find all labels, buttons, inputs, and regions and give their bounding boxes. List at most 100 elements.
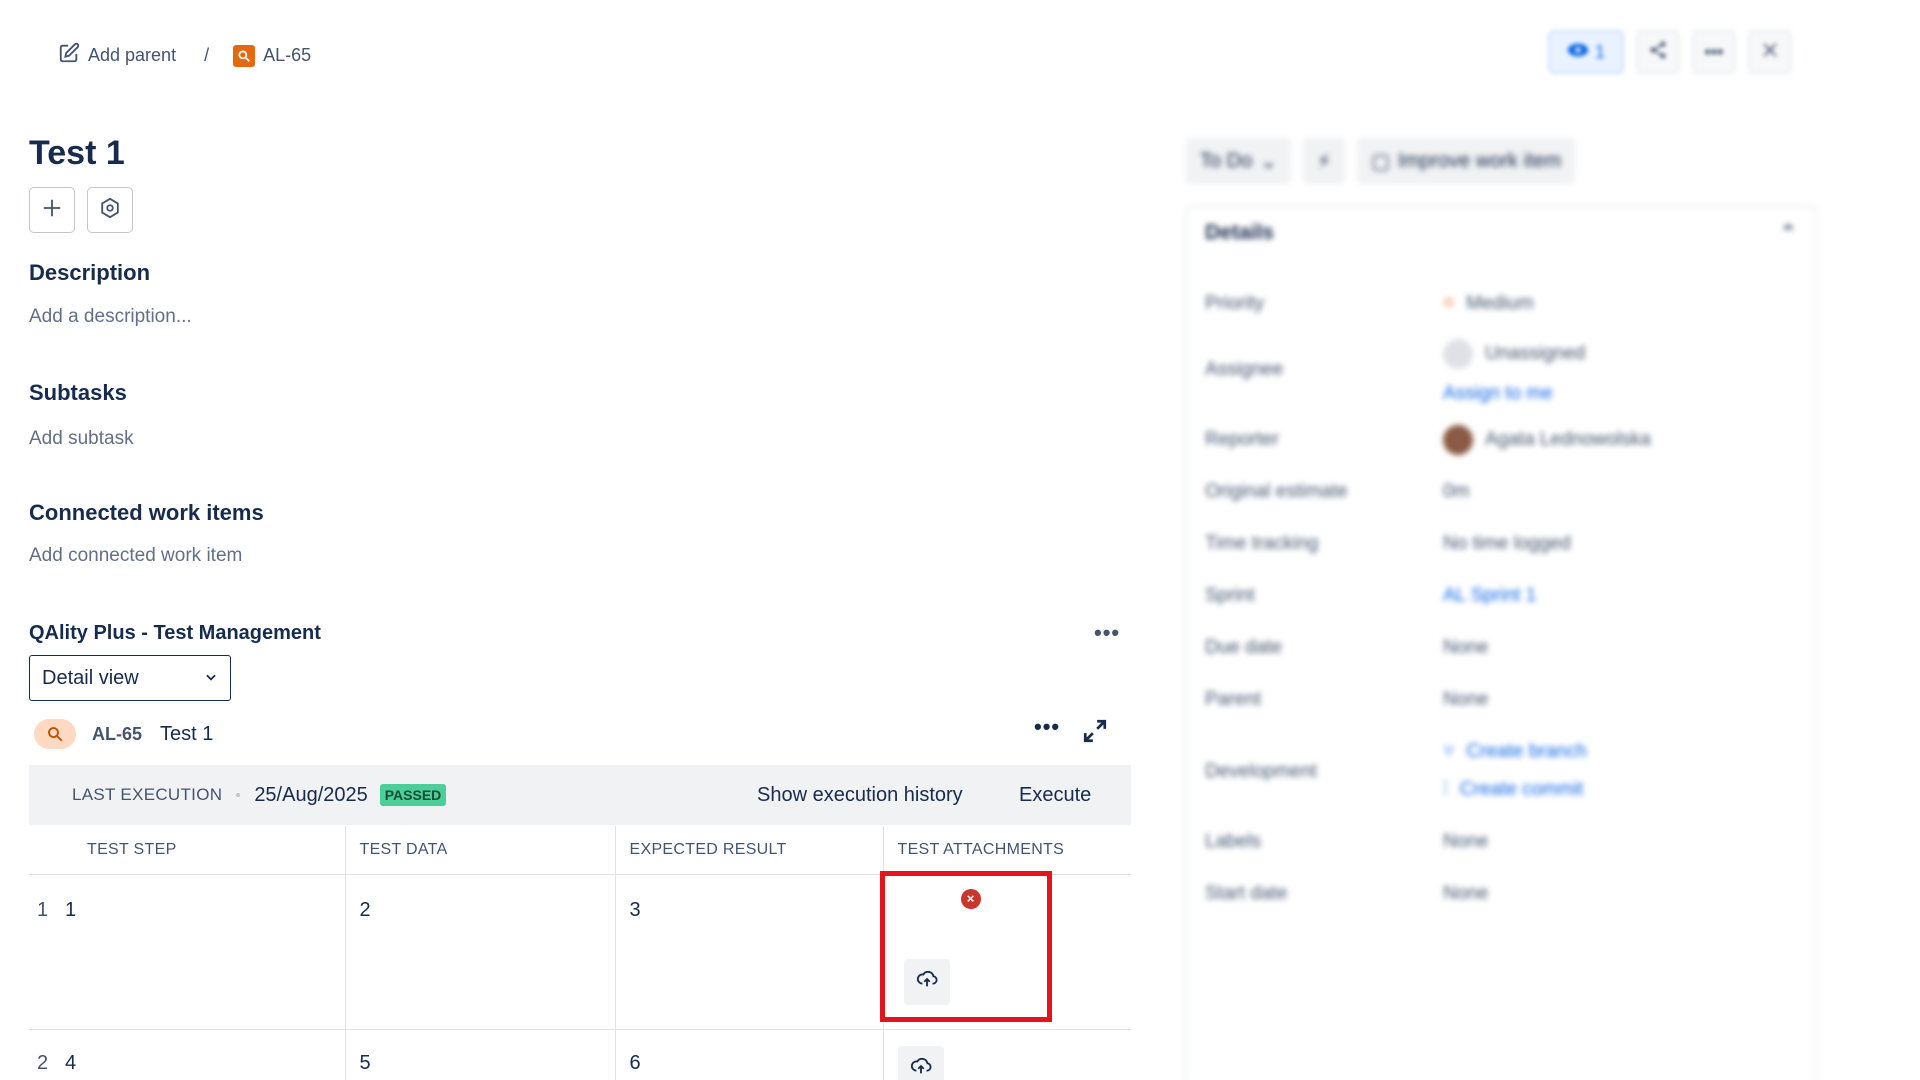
step-text: 1	[65, 898, 77, 921]
data-cell[interactable]: 2	[344, 874, 615, 1030]
subtasks-heading: Subtasks	[29, 380, 127, 405]
start-date-value[interactable]: None	[1443, 883, 1488, 905]
test-steps-table: TEST STEP TEST DATA EXPECTED RESULT TEST…	[29, 826, 1131, 1080]
commit-icon: ⫶	[1443, 779, 1448, 800]
expected-text: 3	[629, 898, 641, 921]
connected-heading: Connected work items	[29, 500, 264, 525]
remove-attachment-icon[interactable]: ×	[960, 888, 981, 909]
sprint-value[interactable]: AL Sprint 1	[1443, 585, 1536, 607]
add-button[interactable]	[29, 187, 75, 233]
add-subtask-link[interactable]: Add subtask	[29, 428, 134, 450]
expected-cell[interactable]: 6	[614, 1029, 883, 1080]
time-tracking-value[interactable]: No time logged	[1443, 533, 1571, 555]
test-key[interactable]: AL-65	[92, 724, 142, 745]
avatar	[1443, 425, 1473, 455]
column-header-expected-result: EXPECTED RESULT	[614, 826, 883, 875]
create-commit-link[interactable]: ⫶ Create commit	[1443, 779, 1583, 801]
edit-icon	[58, 42, 80, 69]
test-type-icon	[34, 719, 76, 749]
more-actions-button[interactable]: •••	[1692, 30, 1736, 74]
create-branch-link[interactable]: ⑂ Create branch	[1443, 741, 1587, 763]
sparkle-icon: ▢	[1371, 150, 1390, 173]
data-cell[interactable]: 5	[344, 1029, 615, 1080]
start-date-label: Start date	[1205, 883, 1288, 904]
due-date-label: Due date	[1205, 637, 1283, 658]
close-button[interactable]	[1748, 30, 1792, 74]
more-icon: •••	[1704, 41, 1724, 62]
upload-attachment-button[interactable]	[903, 958, 950, 1005]
watch-button[interactable]: 1	[1548, 30, 1624, 74]
qality-more-button[interactable]: •••	[1094, 620, 1120, 646]
priority-medium-icon: =	[1443, 293, 1455, 314]
upload-attachment-button[interactable]	[897, 1045, 944, 1080]
step-cell[interactable]: 11	[29, 874, 345, 1030]
attachments-cell: ×	[882, 874, 1131, 1030]
estimate-value[interactable]: 0m	[1443, 481, 1469, 503]
description-placeholder[interactable]: Add a description...	[29, 306, 192, 328]
top-actions: 1 •••	[1548, 30, 1792, 74]
add-connected-link[interactable]: Add connected work item	[29, 545, 242, 567]
assignee-text: Unassigned	[1485, 343, 1586, 364]
step-cell[interactable]: 24	[29, 1029, 345, 1080]
due-date-value[interactable]: None	[1443, 637, 1488, 659]
attachments-cell	[882, 1029, 1131, 1080]
sprint-label: Sprint	[1205, 585, 1255, 606]
view-select[interactable]: Detail view	[29, 655, 231, 701]
assignee-value[interactable]: Unassigned	[1443, 339, 1585, 369]
row-index: 1	[37, 898, 49, 921]
issue-key-link[interactable]: AL-65	[233, 44, 312, 67]
chevron-down-icon	[204, 667, 218, 690]
add-parent-link[interactable]: Add parent	[58, 42, 176, 69]
reporter-text: Agata Lednowolska	[1485, 429, 1651, 450]
close-icon	[1761, 41, 1779, 64]
details-header[interactable]: Details ⌃	[1205, 221, 1797, 246]
share-button[interactable]	[1636, 30, 1680, 74]
details-box: Details ⌃ Priority = Medium Assignee Una…	[1186, 206, 1816, 1080]
apps-button[interactable]	[87, 187, 133, 233]
status-dropdown[interactable]: To Do ⌄	[1186, 138, 1292, 184]
time-tracking-label: Time tracking	[1205, 533, 1319, 554]
data-text: 2	[359, 898, 371, 921]
eye-icon	[1567, 42, 1589, 63]
execute-link[interactable]: Execute	[1019, 784, 1091, 807]
priority-label: Priority	[1205, 293, 1265, 314]
estimate-label: Original estimate	[1205, 481, 1348, 502]
expected-cell[interactable]: 3	[614, 874, 883, 1030]
user-avatar-icon	[1443, 339, 1473, 369]
parent-label: Parent	[1205, 689, 1261, 710]
table-row: 24 5 6	[29, 1029, 1131, 1080]
test-name: Test 1	[160, 722, 214, 745]
details-side-panel: To Do ⌄ ⚡ ▢ Improve work item Details ⌃ …	[1186, 138, 1818, 1080]
data-text: 5	[359, 1051, 371, 1074]
status-row: To Do ⌄ ⚡ ▢ Improve work item	[1186, 138, 1818, 184]
test-header-row: AL-65 Test 1 •••	[34, 714, 1114, 752]
cloud-upload-icon	[910, 1055, 932, 1080]
reporter-value[interactable]: Agata Lednowolska	[1443, 425, 1651, 455]
page-title[interactable]: Test 1	[29, 134, 125, 173]
test-issue-icon	[233, 44, 256, 67]
expected-text: 6	[629, 1051, 641, 1074]
row-index: 2	[37, 1051, 49, 1074]
create-commit-text: Create commit	[1459, 779, 1584, 800]
chevron-up-icon: ⌃	[1779, 222, 1797, 245]
parent-value[interactable]: None	[1443, 689, 1488, 711]
priority-value[interactable]: = Medium	[1443, 293, 1534, 315]
expand-icon[interactable]	[1082, 718, 1108, 749]
reporter-label: Reporter	[1205, 429, 1279, 450]
labels-label: Labels	[1205, 831, 1261, 852]
test-more-button[interactable]: •••	[1034, 714, 1060, 740]
column-header-attachments: TEST ATTACHMENTS	[882, 826, 1131, 875]
improve-button[interactable]: ▢ Improve work item	[1357, 138, 1576, 184]
view-select-value: Detail view	[42, 666, 139, 689]
separator-dot	[236, 793, 241, 797]
issue-key-label: AL-65	[263, 45, 312, 65]
hexagon-settings-icon	[99, 197, 121, 224]
show-history-link[interactable]: Show execution history	[757, 784, 963, 807]
add-parent-label: Add parent	[88, 45, 177, 65]
status-value: To Do	[1200, 149, 1253, 172]
automation-button[interactable]: ⚡	[1303, 138, 1346, 184]
table-row: 11 2 3 ×	[29, 874, 1131, 1030]
labels-value[interactable]: None	[1443, 831, 1488, 853]
assign-to-me-link[interactable]: Assign to me	[1443, 383, 1553, 405]
cloud-upload-icon	[916, 968, 938, 996]
